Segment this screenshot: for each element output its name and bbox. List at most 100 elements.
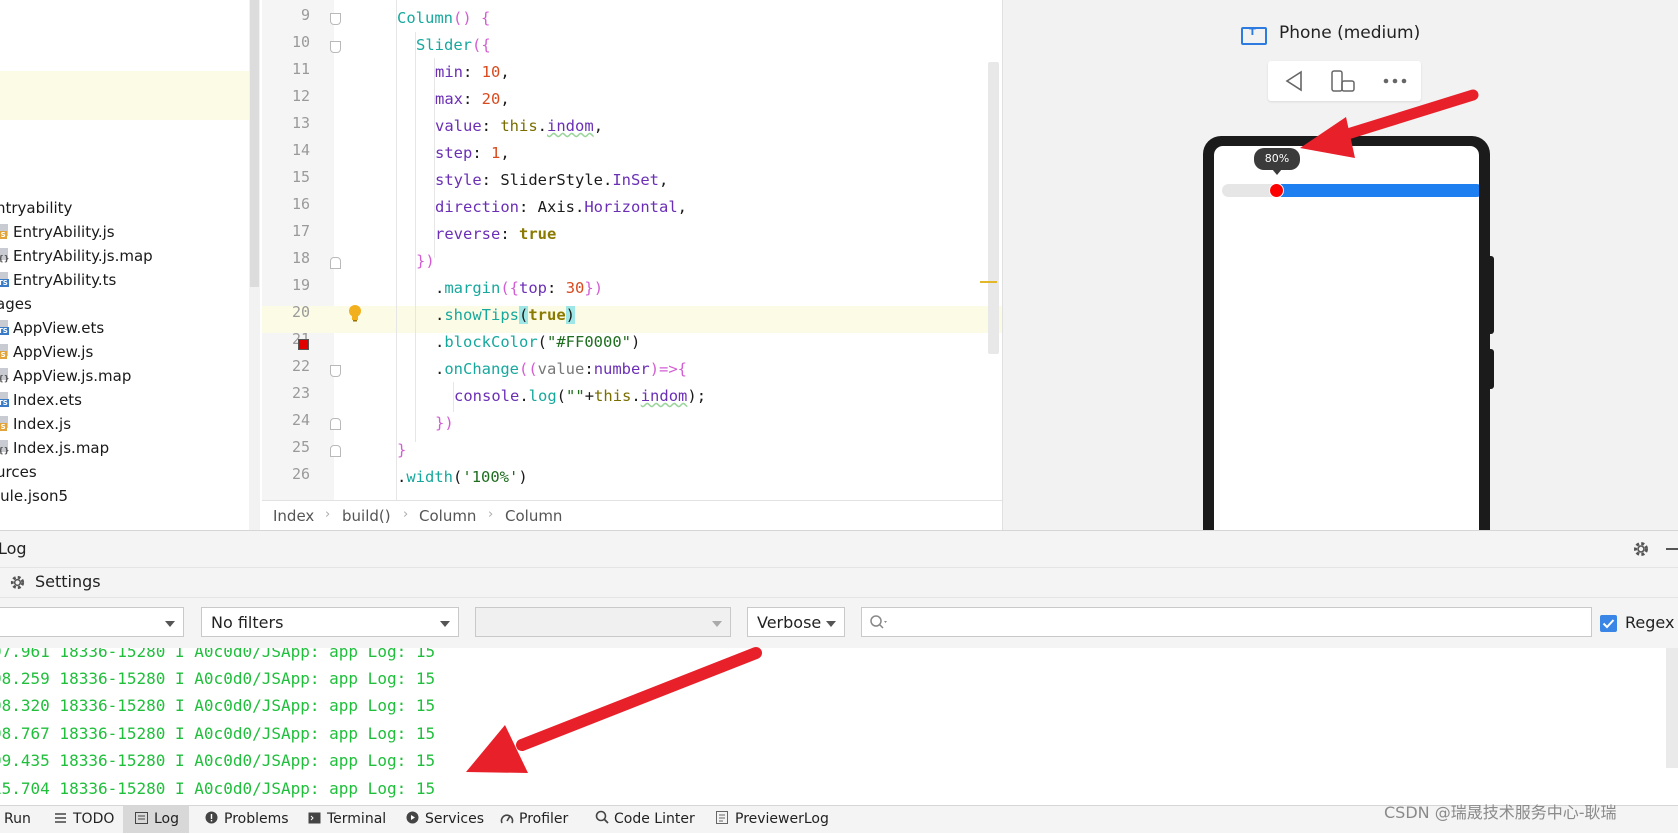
log-line: 09.435 18336-15280 I A0c0d0/JSApp: app L… bbox=[0, 751, 436, 770]
code-line: min: 10, bbox=[435, 63, 510, 81]
rotate-icon[interactable] bbox=[1330, 69, 1356, 93]
log-filter-bar: No filters Verbose Regex bbox=[0, 597, 1678, 649]
log-panel-title: Log bbox=[0, 539, 27, 558]
fold-marker-icon[interactable] bbox=[330, 418, 341, 430]
phone-side-button bbox=[1488, 256, 1494, 334]
line-number: 11 bbox=[291, 60, 310, 78]
tree-item-folder[interactable]: ages bbox=[0, 292, 32, 316]
tree-item-file[interactable]: TS AppView.ets bbox=[0, 316, 104, 340]
line-number: 24 bbox=[291, 411, 310, 429]
breadcrumb-item[interactable]: Column bbox=[419, 507, 476, 525]
line-number: 20 bbox=[291, 303, 310, 321]
breadcrumb-item[interactable]: build() bbox=[342, 507, 391, 525]
log-line: 08.767 18336-15280 I A0c0d0/JSApp: app L… bbox=[0, 724, 436, 743]
settings-gear-icon[interactable] bbox=[9, 574, 26, 591]
fold-marker-icon[interactable] bbox=[330, 365, 341, 377]
breadcrumb-item[interactable]: Index bbox=[273, 507, 314, 525]
log-line: 15.704 18336-15280 I A0c0d0/JSApp: app L… bbox=[0, 779, 436, 798]
ts-file-icon: TS bbox=[0, 272, 12, 288]
line-number: 22 bbox=[291, 357, 310, 375]
code-line: .margin({top: 30}) bbox=[435, 279, 604, 297]
tool-todo[interactable]: TODO bbox=[54, 806, 114, 833]
regex-checkbox[interactable] bbox=[1600, 615, 1617, 632]
fold-marker-icon[interactable] bbox=[330, 257, 341, 269]
code-line: }) bbox=[435, 414, 454, 432]
device-label[interactable]: Phone (medium) bbox=[1279, 23, 1420, 43]
terminal-icon bbox=[308, 807, 321, 824]
tool-run[interactable]: Run bbox=[4, 806, 31, 833]
services-icon bbox=[406, 807, 419, 824]
tree-item-file[interactable]: lule.json5 bbox=[0, 484, 68, 508]
tree-item-file[interactable]: JSIndex.js bbox=[0, 412, 71, 436]
code-line: value: this.indom, bbox=[435, 117, 604, 135]
selected-row-highlight bbox=[0, 71, 249, 120]
line-number: 9 bbox=[300, 6, 310, 24]
tree-scrollbar[interactable] bbox=[249, 0, 260, 530]
log-output[interactable]: 07.961 18336-15280 I A0c0d0/JSApp: app L… bbox=[0, 648, 1678, 805]
search-icon bbox=[868, 608, 890, 646]
tree-item-file[interactable]: TS EntryAbility.ts bbox=[0, 268, 116, 292]
device-select[interactable] bbox=[0, 607, 184, 637]
slider-thumb[interactable] bbox=[1269, 183, 1284, 198]
tree-item-file[interactable]: {}AppView.js.map bbox=[0, 364, 131, 388]
editor-warning-marker[interactable] bbox=[980, 281, 997, 283]
back-icon[interactable] bbox=[1282, 69, 1306, 93]
log-level-select[interactable]: Verbose bbox=[747, 607, 845, 637]
tool-code-linter[interactable]: Code Linter bbox=[595, 806, 695, 833]
log-settings-bar: Settings bbox=[0, 567, 1678, 598]
tool-log[interactable]: Log bbox=[123, 806, 190, 833]
tree-item-folder[interactable]: urces bbox=[0, 460, 37, 484]
tree-item-file[interactable]: {}EntryAbility.js.map bbox=[0, 244, 153, 268]
editor-scrollbar[interactable] bbox=[988, 62, 999, 354]
process-select bbox=[475, 607, 731, 637]
tool-services[interactable]: Services bbox=[406, 806, 484, 833]
tool-problems[interactable]: Problems bbox=[205, 806, 289, 833]
settings-label[interactable]: Settings bbox=[35, 572, 101, 591]
line-number: 26 bbox=[291, 465, 310, 483]
tree-item-file[interactable]: {}Index.js.map bbox=[0, 436, 109, 460]
tree-item-file[interactable]: TS Index.ets bbox=[0, 388, 82, 412]
regex-label[interactable]: Regex bbox=[1625, 613, 1674, 632]
code-line: style: SliderStyle.InSet, bbox=[435, 171, 669, 189]
phone-side-button bbox=[1488, 349, 1494, 389]
profiler-icon bbox=[500, 807, 514, 824]
tree-item-folder[interactable]: ntryability bbox=[0, 196, 72, 220]
project-tree: ntryability JSEntryAbility.js {}EntryAbi… bbox=[0, 0, 249, 530]
more-icon[interactable] bbox=[1381, 69, 1409, 93]
map-file-icon: {} bbox=[0, 440, 12, 456]
fold-marker-icon[interactable] bbox=[330, 445, 341, 457]
code-line: step: 1, bbox=[435, 144, 510, 162]
code-line: .width('100%') bbox=[397, 468, 528, 486]
code-line: console.log(""+this.indom); bbox=[454, 387, 707, 405]
line-number: 23 bbox=[291, 384, 310, 402]
tree-scrollbar-thumb[interactable] bbox=[250, 0, 259, 287]
filter-select[interactable]: No filters bbox=[201, 607, 459, 637]
breadcrumb-item[interactable]: Column bbox=[505, 507, 562, 525]
tool-terminal[interactable]: Terminal bbox=[308, 806, 386, 833]
log-search-input[interactable] bbox=[861, 607, 1592, 637]
map-file-icon: {} bbox=[0, 368, 12, 384]
code-line: max: 20, bbox=[435, 90, 510, 108]
color-swatch-icon[interactable] bbox=[298, 339, 309, 350]
previewer-panel: T Phone (medium) 80% bbox=[1002, 0, 1678, 566]
log-line: 08.320 18336-15280 I A0c0d0/JSApp: app L… bbox=[0, 696, 436, 715]
line-number: 14 bbox=[291, 141, 310, 159]
minimize-icon[interactable] bbox=[1666, 548, 1678, 550]
tool-profiler[interactable]: Profiler bbox=[500, 806, 568, 833]
code-line: reverse: true bbox=[435, 225, 557, 243]
fold-marker-icon[interactable] bbox=[330, 13, 341, 25]
fold-marker-icon[interactable] bbox=[330, 41, 341, 53]
tree-item-file[interactable]: JSAppView.js bbox=[0, 340, 93, 364]
lightbulb-icon[interactable] bbox=[348, 304, 362, 322]
log-panel-header: Log bbox=[0, 530, 1678, 568]
log-scrollbar[interactable] bbox=[1666, 648, 1678, 768]
linter-icon bbox=[595, 807, 609, 824]
slider-selected-track bbox=[1270, 184, 1479, 197]
tool-previewer-log[interactable]: PreviewerLog bbox=[716, 806, 829, 833]
tree-item-file[interactable]: JSEntryAbility.js bbox=[0, 220, 115, 244]
problems-icon bbox=[205, 807, 218, 824]
gear-icon[interactable] bbox=[1632, 540, 1650, 558]
code-line: .showTips(true) bbox=[435, 306, 576, 324]
slider-tip: 80% bbox=[1254, 148, 1300, 175]
code-editor[interactable]: 9 10 11 12 13 14 15 16 17 18 19 20 21 22… bbox=[262, 0, 1002, 500]
